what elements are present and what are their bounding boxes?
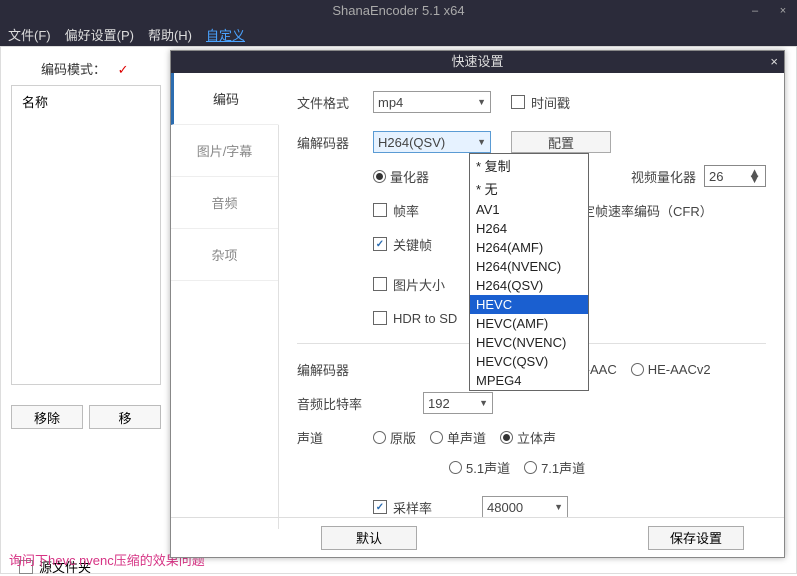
tab-misc[interactable]: 杂项 (171, 229, 278, 281)
cfr-label: 恒定帧速率编码（CFR） (569, 201, 713, 220)
menu-file[interactable]: 文件(F) (8, 25, 51, 44)
keyframe-label: 关键帧 (393, 235, 432, 254)
tab-audio[interactable]: 音频 (171, 177, 278, 229)
channel-original-radio[interactable] (373, 431, 386, 444)
side-tabs: 编码 图片/字幕 音频 杂项 (171, 73, 279, 529)
window-titlebar: ShanaEncoder 5.1 x64 – × (0, 0, 797, 22)
codec-option[interactable]: H264(QSV) (470, 276, 588, 295)
codec-option[interactable]: MPEG4 (470, 371, 588, 390)
configure-button[interactable]: 配置 (511, 131, 611, 153)
encode-mode-mark: ✓ (118, 62, 129, 77)
hdr-to-sdr-checkbox[interactable] (373, 311, 387, 325)
codec-option[interactable]: HEVC(QSV) (470, 352, 588, 371)
file-format-label: 文件格式 (297, 93, 373, 112)
channel-mono-radio[interactable] (430, 431, 443, 444)
dialog-close-button[interactable]: × (770, 51, 778, 73)
codec-dropdown-list[interactable]: * 复制* 无AV1H264H264(AMF)H264(NVENC)H264(Q… (469, 153, 589, 391)
menu-help[interactable]: 帮助(H) (148, 25, 192, 44)
channel-71-radio[interactable] (524, 461, 537, 474)
fps-checkbox[interactable] (373, 203, 387, 217)
audio-bitrate-select[interactable]: 192 ▼ (423, 392, 493, 414)
codec-select[interactable]: H264(QSV) ▼ (373, 131, 491, 153)
chevron-down-icon: ▼ (477, 137, 486, 147)
chevron-down-icon: ▼ (479, 398, 488, 408)
timestamp-label: 时间戳 (531, 93, 570, 112)
menu-preferences[interactable]: 偏好设置(P) (65, 25, 134, 44)
video-quantizer-field[interactable]: 26 ▲▼ (704, 165, 766, 187)
codec-option[interactable]: H264(NVENC) (470, 257, 588, 276)
codec-option[interactable]: HEVC(AMF) (470, 314, 588, 333)
move-button[interactable]: 移 (89, 405, 161, 429)
dialog-title: 快速设置 (451, 54, 503, 69)
fps-label: 帧率 (393, 201, 419, 220)
quantizer-radio[interactable] (373, 170, 386, 183)
remove-button[interactable]: 移除 (11, 405, 83, 429)
dialog-titlebar: 快速设置 × (171, 51, 784, 73)
default-button[interactable]: 默认 (321, 526, 417, 550)
channel-51-radio[interactable] (449, 461, 462, 474)
file-list[interactable]: 名称 (11, 85, 161, 385)
codec-option[interactable]: * 复制 (470, 154, 588, 177)
codec-option[interactable]: * 无 (470, 177, 588, 200)
file-format-select[interactable]: mp4 ▼ (373, 91, 491, 113)
menu-custom[interactable]: 自定义 (206, 25, 245, 44)
codec-option[interactable]: HEVC (470, 295, 588, 314)
he-aacv2-radio[interactable] (631, 363, 644, 376)
tab-picture-subtitle[interactable]: 图片/字幕 (171, 125, 278, 177)
sample-rate-checkbox[interactable]: ✓ (373, 500, 387, 514)
chevron-down-icon: ▼ (554, 502, 563, 512)
video-quantizer-label: 视频量化器 (631, 167, 696, 186)
codec-option[interactable]: AV1 (470, 200, 588, 219)
codec-option[interactable]: H264(AMF) (470, 238, 588, 257)
sample-rate-select[interactable]: 48000 ▼ (482, 496, 568, 518)
close-button[interactable]: × (769, 0, 797, 22)
timestamp-checkbox[interactable] (511, 95, 525, 109)
channel-label: 声道 (297, 428, 373, 447)
chevron-down-icon: ▼ (477, 97, 486, 107)
audio-bitrate-label: 音频比特率 (297, 394, 373, 413)
encode-panel: 文件格式 mp4 ▼ 时间戳 编解码器 H264(QSV) ▼ 配置 (279, 73, 784, 529)
tab-encode[interactable]: 编码 (171, 73, 279, 125)
encode-mode-label: 编码模式： (41, 62, 106, 77)
window-title: ShanaEncoder 5.1 x64 (332, 3, 464, 18)
codec-option[interactable]: HEVC(NVENC) (470, 333, 588, 352)
encode-mode-row: 编码模式： ✓ (41, 59, 129, 78)
sample-rate-label: 采样率 (393, 498, 432, 517)
picture-size-checkbox[interactable] (373, 277, 387, 291)
menubar: 文件(F) 偏好设置(P) 帮助(H) 自定义 (0, 22, 797, 46)
codec-option[interactable]: H264 (470, 219, 588, 238)
hdr-to-sdr-label: HDR to SD (393, 311, 457, 326)
save-settings-button[interactable]: 保存设置 (648, 526, 744, 550)
picture-size-label: 图片大小 (393, 275, 445, 294)
channel-stereo-radio[interactable] (500, 431, 513, 444)
minimize-button[interactable]: – (741, 0, 769, 22)
audio-codec-label: 编解码器 (297, 360, 373, 379)
quick-settings-dialog: 快速设置 × 编码 图片/字幕 音频 杂项 文件格式 mp4 ▼ 时间戳 编解码… (170, 50, 785, 558)
name-column-header: 名称 (22, 95, 48, 110)
codec-label: 编解码器 (297, 133, 373, 152)
keyframe-checkbox[interactable]: ✓ (373, 237, 387, 251)
